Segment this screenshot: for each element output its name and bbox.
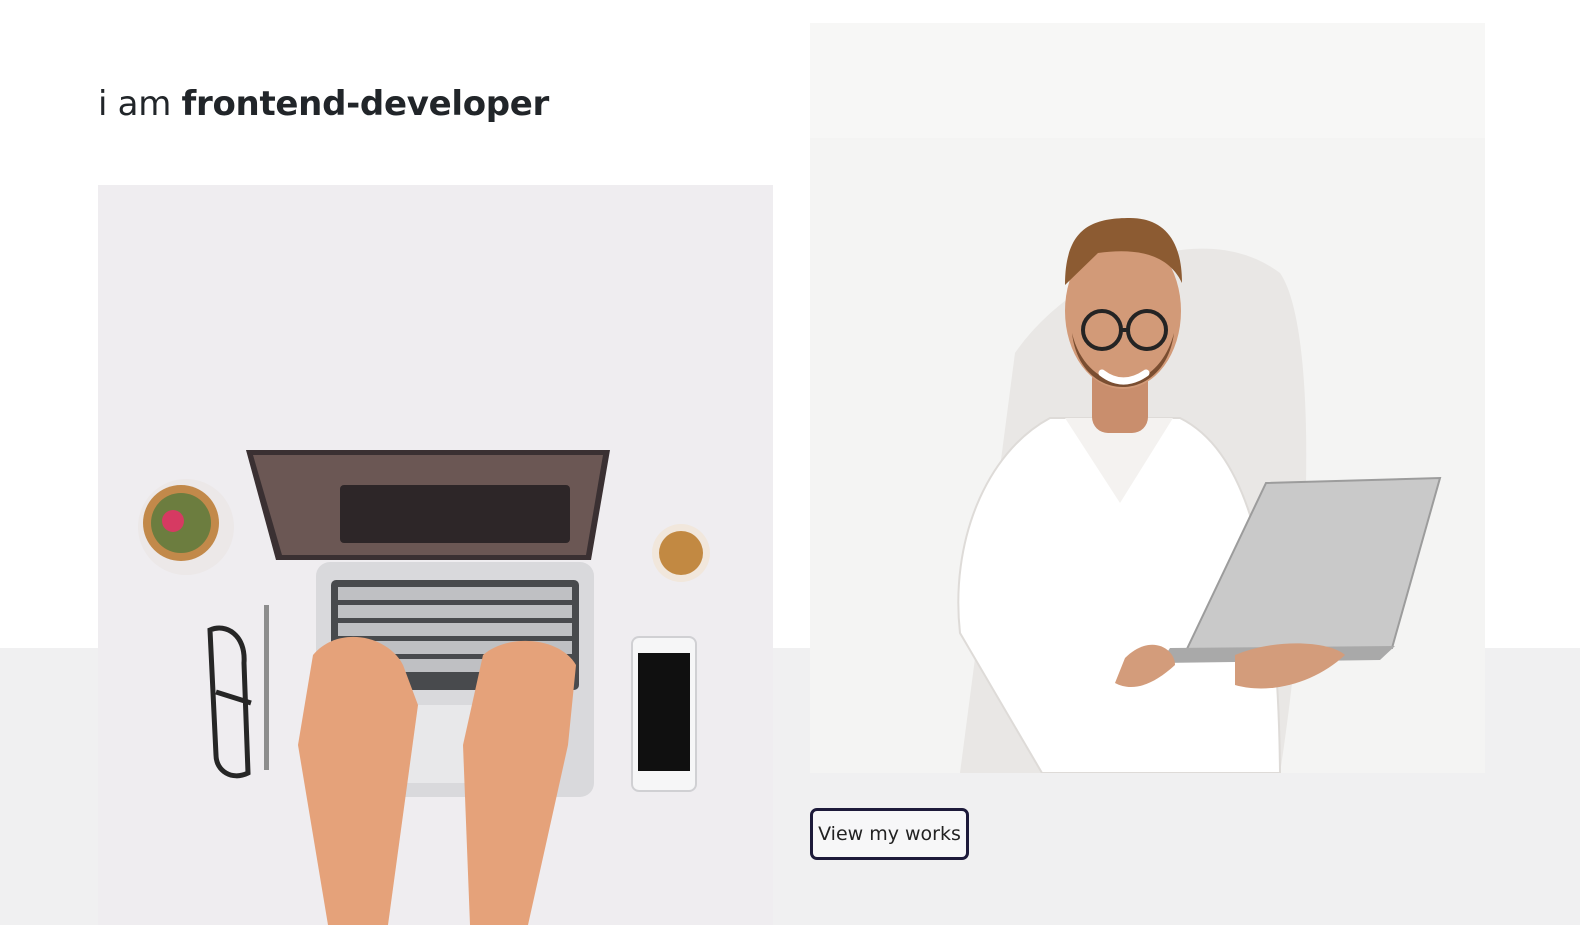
developer-holding-laptop-photo [810, 23, 1485, 773]
headline-prefix: i am [98, 84, 172, 124]
view-my-works-button[interactable]: View my works [810, 808, 969, 860]
hero-headline: i am frontend-developer [98, 82, 549, 126]
developer-image-icon [810, 23, 1485, 773]
desk-image-icon [98, 185, 773, 925]
laptop-desk-photo [98, 185, 773, 925]
headline-role: frontend-developer [181, 84, 550, 124]
